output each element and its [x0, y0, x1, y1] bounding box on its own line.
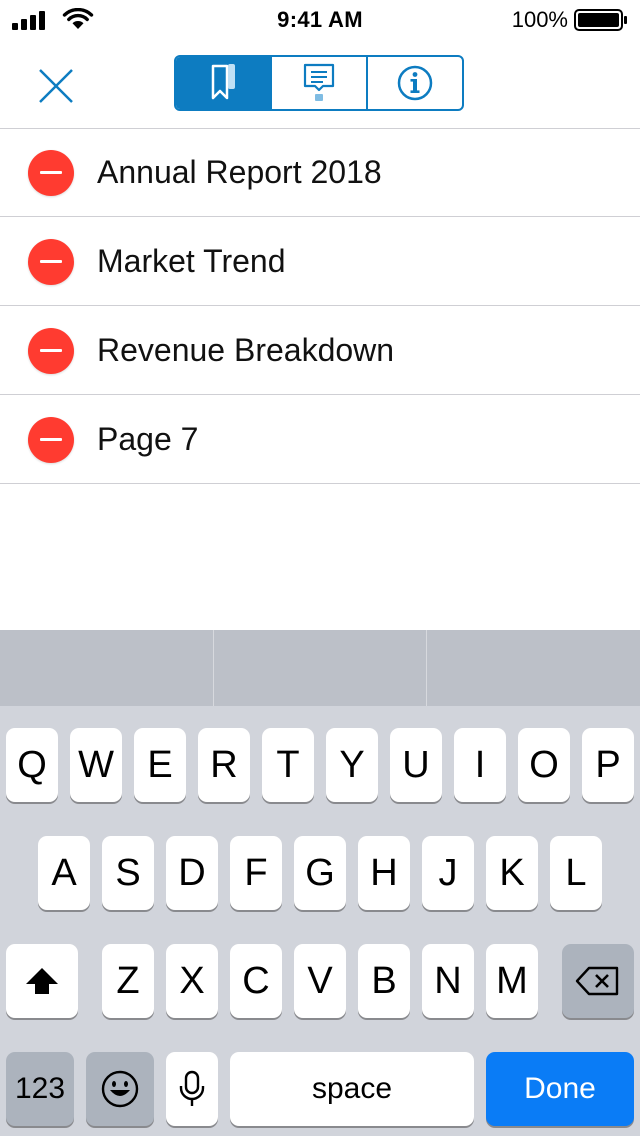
numbers-key[interactable]: 123: [6, 1052, 74, 1126]
minus-icon: [40, 260, 62, 263]
list-item[interactable]: Annual Report 2018: [0, 128, 640, 217]
backspace-key[interactable]: [562, 944, 634, 1018]
battery-icon: [574, 9, 627, 31]
key-g[interactable]: G: [294, 836, 346, 910]
tab-info[interactable]: [366, 57, 462, 109]
key-i[interactable]: I: [454, 728, 506, 802]
emoji-key[interactable]: [86, 1052, 154, 1126]
key-w[interactable]: W: [70, 728, 122, 802]
shift-key[interactable]: [6, 944, 78, 1018]
key-o[interactable]: O: [518, 728, 570, 802]
key-e[interactable]: E: [134, 728, 186, 802]
space-key[interactable]: space: [230, 1052, 474, 1126]
minus-icon: [40, 171, 62, 174]
close-x-icon: [39, 69, 73, 103]
key-u[interactable]: U: [390, 728, 442, 802]
comment-icon: [303, 63, 335, 101]
battery-percentage: 100%: [511, 7, 568, 32]
dictation-key[interactable]: [166, 1052, 218, 1126]
bookmark-list: Annual Report 2018 Market Trend Revenue …: [0, 128, 640, 484]
key-n[interactable]: N: [422, 944, 474, 1018]
list-item[interactable]: Page 7: [0, 395, 640, 484]
key-s[interactable]: S: [102, 836, 154, 910]
microphone-icon: [179, 1070, 205, 1106]
key-x[interactable]: X: [166, 944, 218, 1018]
list-item[interactable]: Revenue Breakdown: [0, 306, 640, 395]
key-z[interactable]: Z: [102, 944, 154, 1018]
bookmark-icon: [211, 64, 235, 100]
key-p[interactable]: P: [582, 728, 634, 802]
key-b[interactable]: B: [358, 944, 410, 1018]
suggestion-slot[interactable]: [426, 630, 640, 706]
suggestion-slot[interactable]: [212, 630, 427, 706]
key-r[interactable]: R: [198, 728, 250, 802]
bookmark-label: Page 7: [97, 421, 199, 457]
bookmark-label: Annual Report 2018: [97, 154, 382, 190]
status-bar: 9:41 AM 100%: [0, 0, 640, 40]
delete-button[interactable]: [28, 417, 74, 463]
bookmark-label: Revenue Breakdown: [97, 332, 395, 368]
navigation-bar: [0, 40, 640, 129]
key-c[interactable]: C: [230, 944, 282, 1018]
suggestion-slot[interactable]: [0, 630, 213, 706]
bookmark-label: Market Trend: [97, 243, 286, 279]
list-item[interactable]: Market Trend: [0, 217, 640, 306]
key-j[interactable]: J: [422, 836, 474, 910]
done-key[interactable]: Done: [486, 1052, 634, 1126]
emoji-icon: [101, 1070, 139, 1108]
key-d[interactable]: D: [166, 836, 218, 910]
delete-button[interactable]: [28, 239, 74, 285]
key-y[interactable]: Y: [326, 728, 378, 802]
key-t[interactable]: T: [262, 728, 314, 802]
keyboard: Q W E R T Y U I O P A S D F G H J K L Z …: [0, 630, 640, 1136]
tab-annotations[interactable]: [270, 57, 366, 109]
minus-icon: [40, 349, 62, 352]
key-v[interactable]: V: [294, 944, 346, 1018]
key-l[interactable]: L: [550, 836, 602, 910]
info-icon: [397, 65, 433, 101]
suggestion-bar: [0, 630, 640, 706]
backspace-icon: [575, 966, 619, 996]
key-a[interactable]: A: [38, 836, 90, 910]
key-h[interactable]: H: [358, 836, 410, 910]
delete-button[interactable]: [28, 150, 74, 196]
key-k[interactable]: K: [486, 836, 538, 910]
view-segmented-control: [174, 55, 464, 111]
minus-icon: [40, 438, 62, 441]
delete-button[interactable]: [28, 328, 74, 374]
tab-bookmarks[interactable]: [176, 57, 270, 109]
key-q[interactable]: Q: [6, 728, 58, 802]
key-f[interactable]: F: [230, 836, 282, 910]
key-m[interactable]: M: [486, 944, 538, 1018]
shift-icon: [26, 968, 58, 994]
close-button[interactable]: [32, 62, 80, 110]
